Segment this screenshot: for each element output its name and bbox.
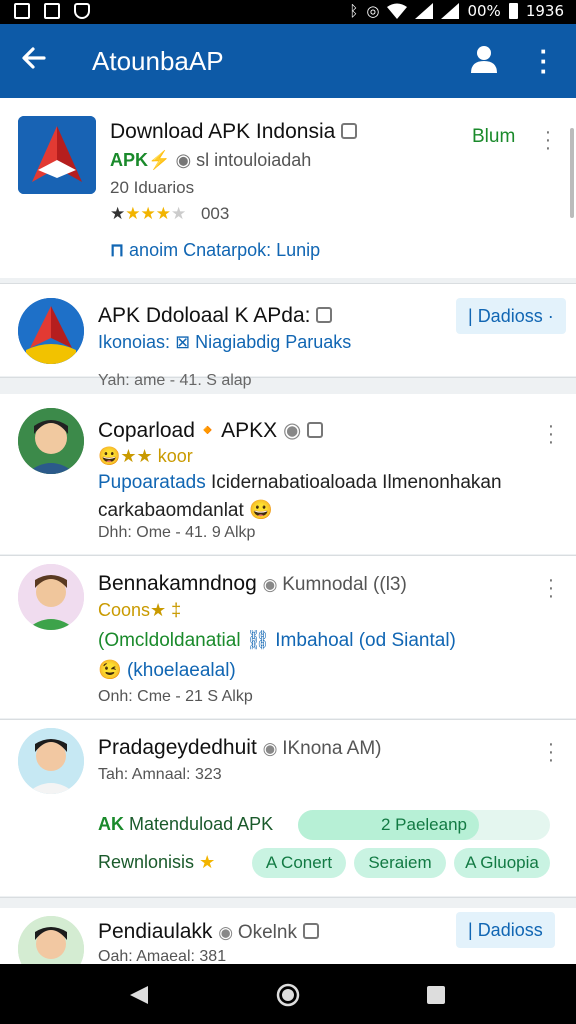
battery-text: 00% <box>467 2 501 20</box>
post-meta: Dhh: Ome - 41. 9 Alkp <box>98 524 256 541</box>
post-title: APK Ddoloaal K APda: <box>98 304 333 328</box>
card-menu-icon[interactable]: · · · <box>542 122 554 158</box>
wink-emoji: 😉 <box>98 660 122 681</box>
battery-icon <box>508 3 518 19</box>
card-menu-icon[interactable]: · · · <box>545 570 557 606</box>
image-icon <box>14 3 30 19</box>
install-action[interactable]: Blum <box>472 126 515 148</box>
post-tags: Ikonoias: ⊠ Niagiabdig Paruaks <box>98 332 352 352</box>
post-card[interactable]: Coparload🔸APKX ◉ · · · 😀★★ koor Pupoaratad… <box>0 394 576 554</box>
page-title: AtounbaAP <box>92 46 224 76</box>
bookmark-icon <box>307 422 324 438</box>
back-arrow-icon[interactable] <box>20 44 48 78</box>
rating: ★★★★★ 003 <box>110 204 230 223</box>
app-title: Download APK Indonsia <box>110 120 358 144</box>
post-card[interactable]: APK Ddoloaal K APda: | Dadioss · Ikonoia… <box>0 284 576 376</box>
system-nav-bar <box>0 964 576 1024</box>
drive-icon <box>74 3 90 19</box>
rating-stars: ★★★★★ <box>110 204 187 223</box>
avatar <box>18 408 84 474</box>
bookmark-icon <box>316 307 333 323</box>
post-card[interactable]: Pendiaulakk ◉ Okelnk | Dadioss Oah: Amae… <box>0 908 576 964</box>
location-icon: ◎ <box>366 2 380 20</box>
follow-button[interactable]: | Dadioss · <box>456 298 566 334</box>
bluetooth-icon: ᛒ <box>349 2 359 20</box>
bookmark-icon <box>302 923 319 939</box>
tag-icon: ⊠ <box>175 332 191 352</box>
app-link[interactable]: ⊓ anoim Cnatarpok: Lunip <box>110 240 320 261</box>
post-meta: Yah: ame - 41. S alap <box>98 372 252 389</box>
bookmark-icon <box>341 123 358 139</box>
post-badge: Coons★ ‡ <box>98 600 182 620</box>
chip-seraiem[interactable]: Seraiem <box>354 848 446 878</box>
download-label: AK Matenduload APK <box>98 814 274 834</box>
post-body-line1: Pupoaratads Icidernabatioaloada Ilmenonh… <box>98 472 502 493</box>
wifi-icon <box>387 3 408 19</box>
smile-emoji: 😀 <box>98 446 121 466</box>
nav-home-icon[interactable] <box>276 983 300 1007</box>
app-subtitle: APK⚡ ◉ sl intouloiadah <box>110 150 312 170</box>
avatar <box>18 564 84 630</box>
nav-recents-icon[interactable] <box>426 985 446 1005</box>
signal-icon-2 <box>441 3 460 19</box>
grin-emoji: 😀 <box>249 500 273 521</box>
clock: 1936 <box>525 2 564 20</box>
post-meta: Oah: Amaeal: 381 <box>98 948 227 964</box>
signal-icon <box>415 3 434 19</box>
post-meta: Tah: Amnaal: 323 <box>98 766 222 783</box>
post-meta: Onh: Cme - 21 S Alkp <box>98 688 253 705</box>
footer-label: Rewnlonisis ★ <box>98 852 216 872</box>
photo-icon <box>44 3 60 19</box>
user-count: 20 Iduarios <box>110 178 195 197</box>
avatar <box>18 916 84 964</box>
app-bar: AtounbaAP · · · <box>0 24 576 98</box>
nav-back-icon[interactable] <box>128 984 150 1006</box>
profile-icon[interactable] <box>470 44 498 74</box>
chip-gluopia[interactable]: A Gluopia <box>454 848 550 878</box>
download-progress-label: 2 Paeleanp <box>380 815 468 834</box>
download-progress: 2 Paeleanp <box>298 810 550 840</box>
post-title: Bennakamndnog ◉ Kumnodal ((l3) <box>98 572 407 595</box>
card-menu-icon[interactable]: · · · <box>545 416 557 452</box>
post-title: Coparload🔸APKX ◉ <box>98 418 324 443</box>
post-card[interactable]: Bennakamndnog ◉ Kumnodal ((l3) · · · Coons… <box>0 556 576 718</box>
avatar <box>18 298 84 364</box>
post-title: Pendiaulakk ◉ Okelnk <box>98 920 319 944</box>
card-menu-icon[interactable]: · · · <box>545 734 557 770</box>
post-body-line2: 😉 (khoelaealal) <box>98 660 236 681</box>
post-body-line2: carkabaomdanlat 😀 <box>98 500 273 521</box>
feed: Download APK Indonsia Blum · · · APK⚡ ◉ sl… <box>0 98 576 964</box>
follow-button[interactable]: | Dadioss <box>456 912 555 948</box>
status-bar: ᛒ ◎ 00% 1936 <box>0 0 576 24</box>
featured-app-card[interactable]: Download APK Indonsia Blum · · · APK⚡ ◉ sl… <box>0 98 576 278</box>
post-badge: 😀★★ koor <box>98 446 193 466</box>
post-card[interactable]: Pradageydedhuit ◉ IKnona AM) · · · Tah: Am… <box>0 720 576 896</box>
overflow-menu-icon[interactable]: · · · <box>538 38 550 84</box>
link-icon: ⊓ <box>110 240 130 260</box>
app-logo <box>18 116 96 194</box>
scrollbar[interactable] <box>570 128 574 218</box>
post-body-line1: (Omcldoldanatial ⛓ Imbahoal (od Siantal) <box>98 630 456 651</box>
chip-concert[interactable]: A Conert <box>252 848 346 878</box>
avatar <box>18 728 84 794</box>
post-title: Pradageydedhuit ◉ IKnona AM) <box>98 736 382 759</box>
